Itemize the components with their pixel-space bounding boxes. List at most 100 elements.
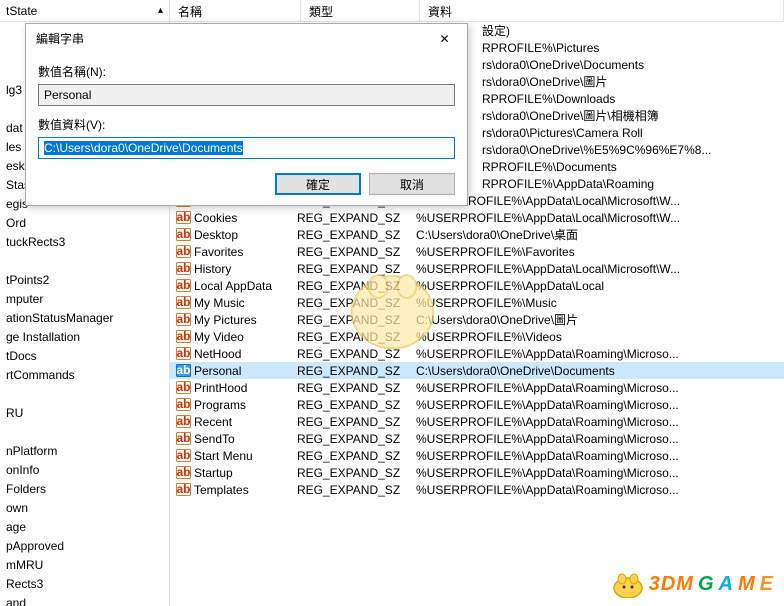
value-data: %USERPROFILE%\AppData\Roaming\Microso... (416, 415, 784, 429)
svg-text:ab: ab (176, 483, 190, 496)
tree-item[interactable]: RU (0, 404, 169, 423)
value-type: REG_EXPAND_SZ (297, 245, 416, 259)
tree-item[interactable]: nPlatform (0, 442, 169, 461)
value-data: %USERPROFILE%\AppData\Local\Microsoft\W.… (416, 194, 784, 208)
tree-item[interactable] (0, 423, 169, 442)
tree-item[interactable]: ge Installation (0, 328, 169, 347)
value-data: %USERPROFILE%\AppData\Local\Microsoft\W.… (416, 262, 784, 276)
value-row[interactable]: abMy VideoREG_EXPAND_SZ%USERPROFILE%\Vid… (170, 328, 784, 345)
string-value-icon: ab (175, 211, 191, 225)
tree-item[interactable]: age (0, 518, 169, 537)
ok-button[interactable]: 確定 (275, 173, 361, 195)
value-data-label: 數值資料(V): (38, 116, 455, 133)
value-data: %USERPROFILE%\AppData\Roaming\Microso... (416, 483, 784, 497)
value-row[interactable]: abCookiesREG_EXPAND_SZ%USERPROFILE%\AppD… (170, 209, 784, 226)
string-value-icon: ab (175, 381, 191, 395)
value-data: RPROFILE%\AppData\Roaming (482, 177, 784, 191)
value-row[interactable]: abProgramsREG_EXPAND_SZ%USERPROFILE%\App… (170, 396, 784, 413)
svg-text:ab: ab (176, 279, 190, 292)
value-name: PrintHood (194, 381, 297, 395)
value-data: C:\Users\dora0\OneDrive\圖片 (416, 311, 784, 328)
tree-header[interactable]: tState ▴ (0, 0, 169, 22)
tree-item[interactable]: onInfo (0, 461, 169, 480)
value-name: My Music (194, 296, 297, 310)
svg-text:ab: ab (176, 466, 190, 479)
wm-3dm: 3DM (649, 573, 694, 596)
svg-text:ab: ab (176, 364, 190, 377)
value-type: REG_EXPAND_SZ (297, 381, 416, 395)
column-data[interactable]: 資料 (420, 0, 784, 21)
cancel-button[interactable]: 取消 (369, 173, 455, 195)
value-data: %USERPROFILE%\Music (416, 296, 784, 310)
value-row[interactable]: abDesktopREG_EXPAND_SZC:\Users\dora0\One… (170, 226, 784, 243)
value-data: %USERPROFILE%\AppData\Local (416, 279, 784, 293)
value-data: %USERPROFILE%\AppData\Local\Microsoft\W.… (416, 211, 784, 225)
svg-text:ab: ab (176, 228, 190, 241)
value-name: Favorites (194, 245, 297, 259)
column-name[interactable]: 名稱 (170, 0, 301, 21)
value-data: rs\dora0\OneDrive\%E5%9C%96%E7%8... (482, 143, 784, 157)
value-row[interactable]: abHistoryREG_EXPAND_SZ%USERPROFILE%\AppD… (170, 260, 784, 277)
tree-item[interactable]: mputer (0, 290, 169, 309)
svg-text:ab: ab (176, 415, 190, 428)
column-headers[interactable]: 名稱 類型 資料 (170, 0, 784, 22)
value-name: Startup (194, 466, 297, 480)
tree-item[interactable]: and (0, 594, 169, 606)
value-data: 設定) (482, 22, 784, 39)
value-row[interactable]: abNetHoodREG_EXPAND_SZ%USERPROFILE%\AppD… (170, 345, 784, 362)
value-type: REG_EXPAND_SZ (297, 347, 416, 361)
tree-header-text: tState (6, 4, 37, 18)
svg-text:ab: ab (176, 211, 190, 224)
mascot-icon (611, 570, 645, 598)
close-icon: ✕ (439, 32, 449, 46)
tree-item[interactable]: pApproved (0, 537, 169, 556)
value-type: REG_EXPAND_SZ (297, 211, 416, 225)
column-type[interactable]: 類型 (301, 0, 420, 21)
value-row[interactable]: abMy PicturesREG_EXPAND_SZC:\Users\dora0… (170, 311, 784, 328)
value-data-selected-text: C:\Users\dora0\OneDrive\Documents (44, 141, 243, 155)
tree-item[interactable]: mMRU (0, 556, 169, 575)
tree-item[interactable]: tDocs (0, 347, 169, 366)
tree-item[interactable]: tuckRects3 (0, 233, 169, 252)
string-value-icon: ab (175, 262, 191, 276)
tree-item[interactable] (0, 252, 169, 271)
value-row[interactable]: abStart MenuREG_EXPAND_SZ%USERPROFILE%\A… (170, 447, 784, 464)
value-row[interactable]: abSendToREG_EXPAND_SZ%USERPROFILE%\AppDa… (170, 430, 784, 447)
value-row[interactable]: abFavoritesREG_EXPAND_SZ%USERPROFILE%\Fa… (170, 243, 784, 260)
value-row[interactable]: abPersonalREG_EXPAND_SZC:\Users\dora0\On… (170, 362, 784, 379)
value-name: History (194, 262, 297, 276)
value-row[interactable]: abLocal AppDataREG_EXPAND_SZ%USERPROFILE… (170, 277, 784, 294)
value-name: My Video (194, 330, 297, 344)
value-row[interactable]: ab RecentREG_EXPAND_SZ%USERPROFILE%\AppDa… (170, 413, 784, 430)
svg-text:ab: ab (176, 296, 190, 309)
tree-item[interactable]: Ord (0, 214, 169, 233)
tree-item[interactable]: Rects3 (0, 575, 169, 594)
string-value-icon: ab (175, 228, 191, 242)
value-row[interactable]: abTemplatesREG_EXPAND_SZ%USERPROFILE%\Ap… (170, 481, 784, 498)
tree-item[interactable]: own (0, 499, 169, 518)
tree-item[interactable]: rtCommands (0, 366, 169, 385)
value-name: NetHood (194, 347, 297, 361)
value-data-input[interactable]: C:\Users\dora0\OneDrive\Documents (38, 137, 455, 159)
svg-text:ab: ab (176, 330, 190, 343)
value-data: %USERPROFILE%\AppData\Roaming\Microso... (416, 347, 784, 361)
tree-item[interactable] (0, 385, 169, 404)
wm-m: M (738, 573, 756, 596)
svg-text:ab: ab (176, 398, 190, 411)
value-row[interactable]: abMy MusicREG_EXPAND_SZ%USERPROFILE%\Mus… (170, 294, 784, 311)
string-value-icon: ab (175, 449, 191, 463)
tree-item[interactable]: ationStatusManager (0, 309, 169, 328)
value-type: REG_EXPAND_SZ (297, 364, 416, 378)
value-name: Recent (194, 415, 297, 429)
value-type: REG_EXPAND_SZ (297, 415, 416, 429)
close-button[interactable]: ✕ (422, 25, 467, 53)
value-name-label: 數值名稱(N): (38, 63, 455, 80)
value-row[interactable]: abPrintHoodREG_EXPAND_SZ%USERPROFILE%\Ap… (170, 379, 784, 396)
tree-item[interactable]: tPoints2 (0, 271, 169, 290)
dialog-titlebar[interactable]: 編輯字串 ✕ (26, 24, 467, 53)
value-name-input[interactable] (38, 84, 455, 106)
value-row[interactable]: abStartupREG_EXPAND_SZ%USERPROFILE%\AppD… (170, 464, 784, 481)
tree-item[interactable]: Folders (0, 480, 169, 499)
string-value-icon: ab (175, 466, 191, 480)
value-data: %USERPROFILE%\AppData\Roaming\Microso... (416, 449, 784, 463)
